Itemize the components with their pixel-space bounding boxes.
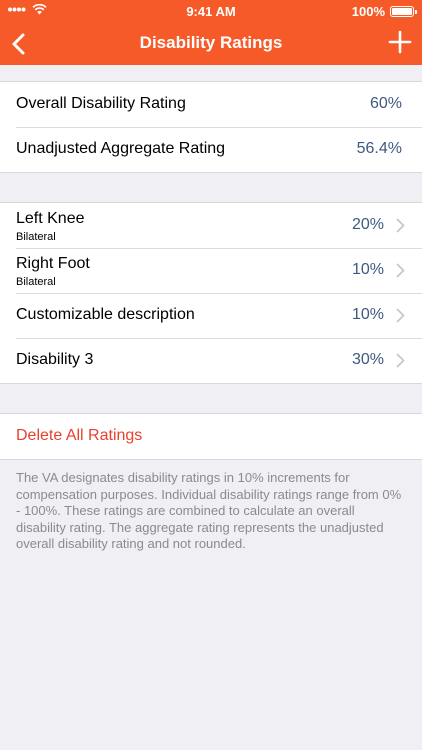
rating-row-left-knee[interactable]: Left Knee Bilateral 20%: [0, 203, 422, 248]
rating-sublabel: Bilateral: [16, 231, 56, 243]
actions-section: Delete All Ratings: [0, 413, 422, 460]
aggregate-rating-value: 56.4%: [356, 140, 402, 157]
top-bar: 9:41 AM 100% Disability Ratings: [0, 0, 422, 65]
rating-value: 10%: [351, 306, 384, 323]
chevron-right-icon: [396, 308, 405, 323]
aggregate-rating-label: Unadjusted Aggregate Rating: [16, 140, 226, 157]
rating-value: 20%: [351, 216, 384, 233]
chevron-right-icon: [396, 218, 405, 233]
rating-label: Left Knee: [16, 210, 85, 227]
overall-rating-row: Overall Disability Rating 60%: [0, 82, 422, 127]
battery-percent: 100%: [351, 4, 385, 19]
chevron-right-icon: [396, 263, 405, 278]
rating-sublabel: Bilateral: [16, 276, 56, 288]
overall-rating-label: Overall Disability Rating: [16, 95, 186, 112]
rating-value: 30%: [351, 351, 384, 368]
overall-rating-value: 60%: [369, 95, 402, 112]
rating-row-customizable[interactable]: Customizable description 10%: [0, 293, 422, 338]
rating-label: Disability 3: [16, 351, 94, 368]
rating-row-disability-3[interactable]: Disability 3 30%: [0, 338, 422, 383]
rating-label: Right Foot: [16, 255, 90, 272]
rating-row-right-foot[interactable]: Right Foot Bilateral 10%: [0, 248, 422, 293]
status-right: 100%: [351, 4, 417, 19]
delete-all-label: Delete All Ratings: [16, 427, 143, 444]
aggregate-rating-row: Unadjusted Aggregate Rating 56.4%: [0, 127, 422, 172]
summary-section: Overall Disability Rating 60% Unadjusted…: [0, 81, 422, 173]
plus-icon[interactable]: [388, 30, 412, 54]
chevron-right-icon: [396, 353, 405, 368]
ratings-section: Left Knee Bilateral 20% Right Foot Bilat…: [0, 202, 422, 384]
info-footnote: The VA designates disability ratings in …: [16, 470, 402, 551]
status-bar: 9:41 AM 100%: [0, 0, 422, 22]
page-title: Disability Ratings: [139, 33, 283, 52]
rating-label: Customizable description: [16, 306, 195, 323]
navigation-bar: Disability Ratings: [0, 22, 422, 65]
delete-all-button[interactable]: Delete All Ratings: [0, 414, 422, 459]
rating-value: 10%: [351, 261, 384, 278]
battery-icon: [390, 6, 417, 17]
